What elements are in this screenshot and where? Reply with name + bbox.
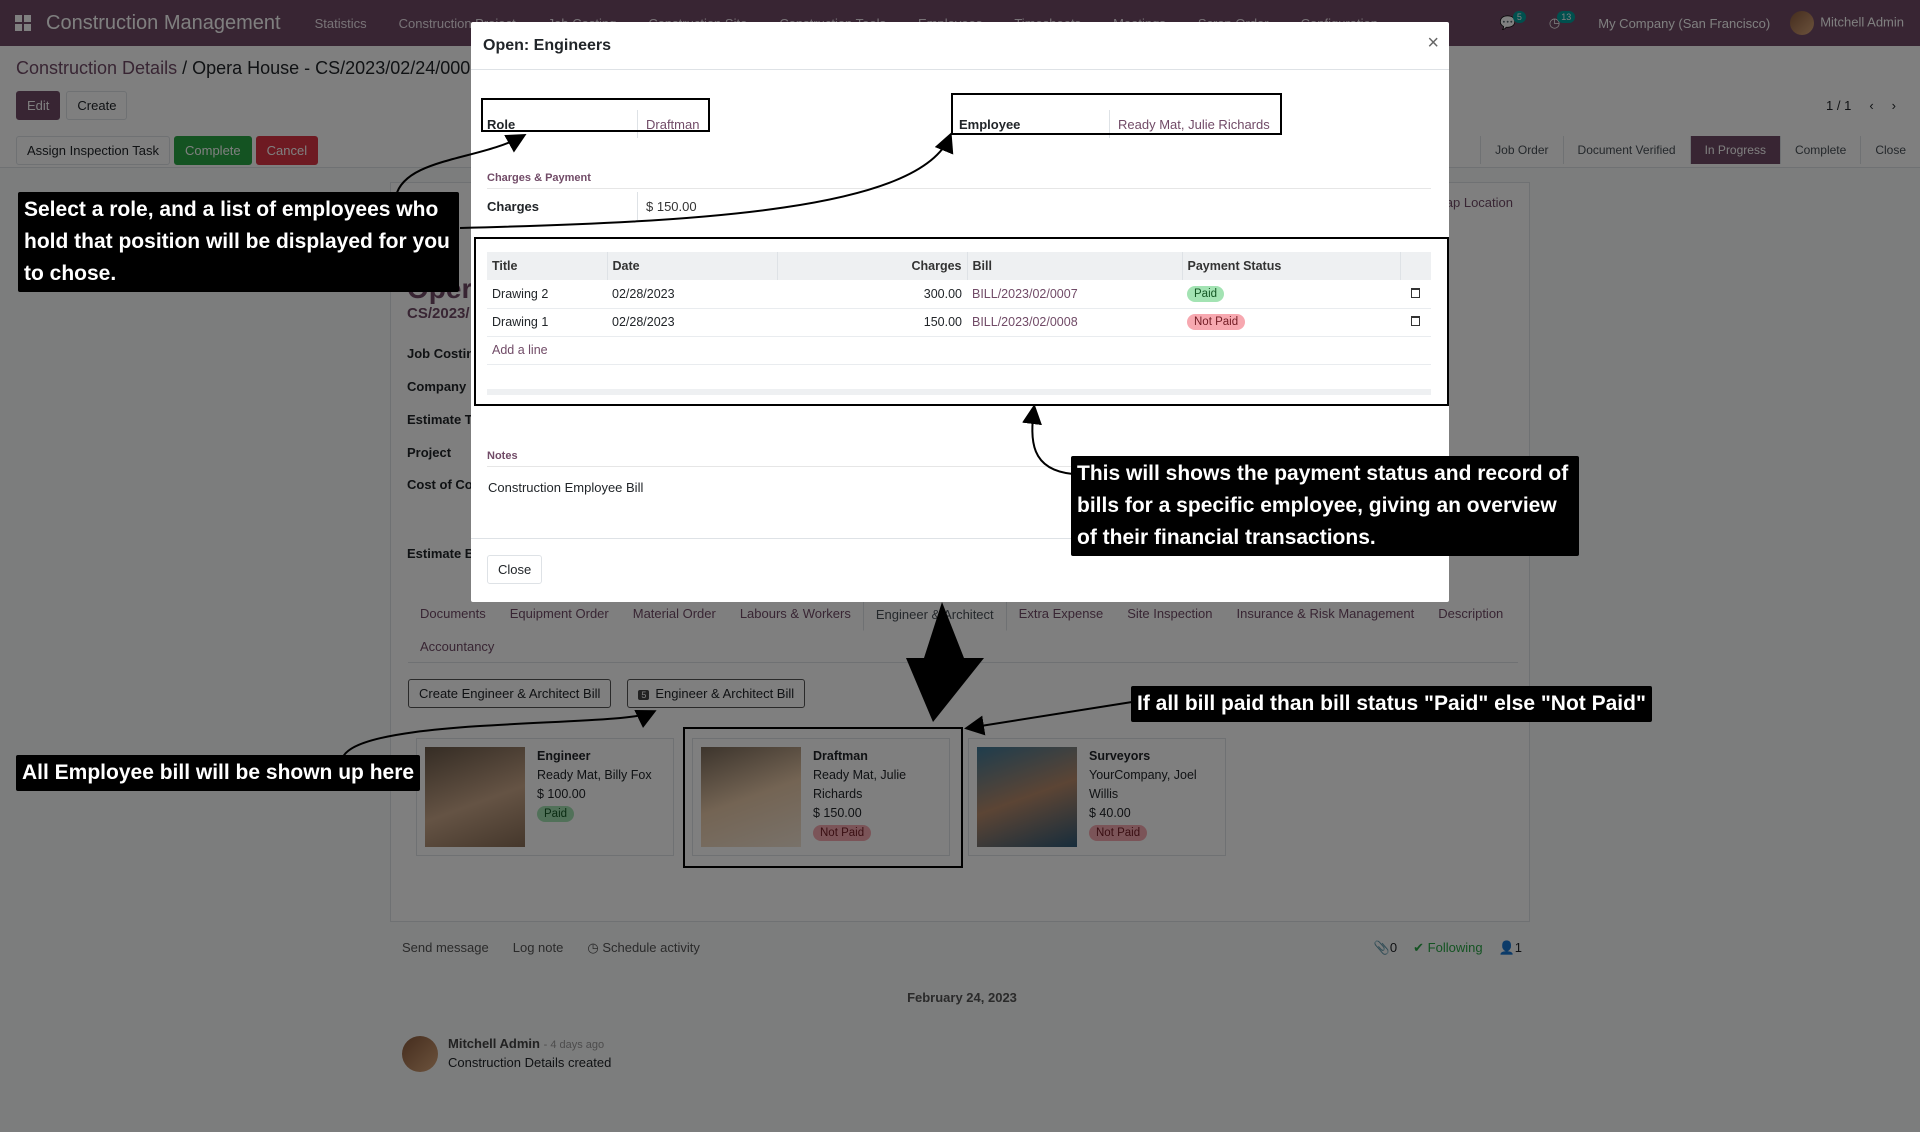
callout-status: If all bill paid than bill status "Paid"… bbox=[1131, 686, 1652, 722]
callout-bills-table: This will shows the payment status and r… bbox=[1071, 456, 1579, 556]
callout-role: Select a role, and a list of employees w… bbox=[18, 192, 459, 292]
annotation-arrows bbox=[341, 132, 1133, 761]
callout-all-bills: All Employee bill will be shown up here bbox=[16, 755, 421, 791]
